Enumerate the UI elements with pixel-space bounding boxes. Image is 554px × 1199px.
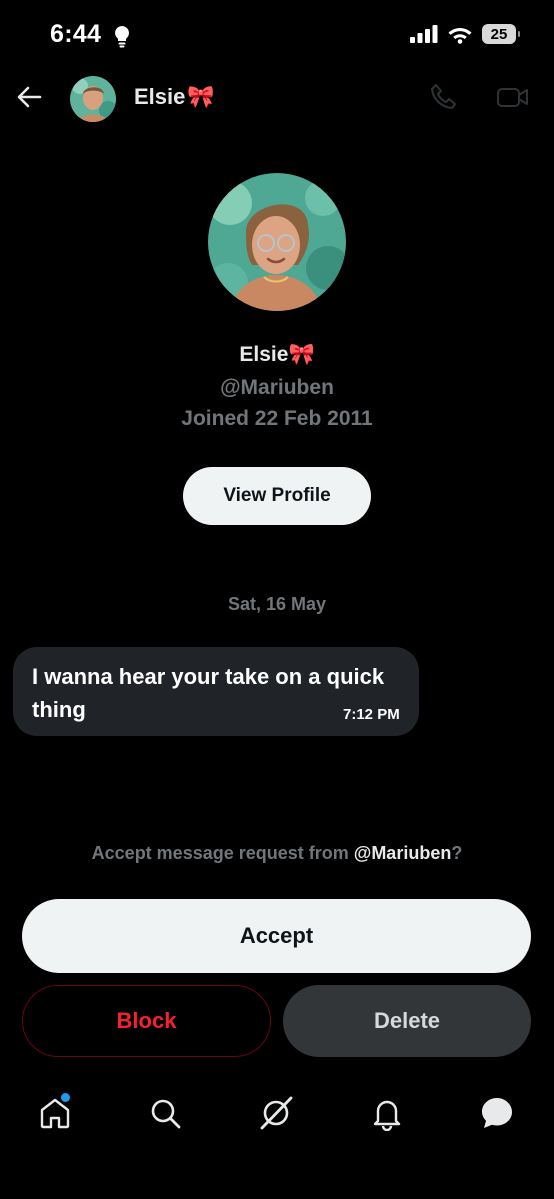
battery-indicator: 25 (482, 24, 520, 44)
header-name-text: Elsie (134, 84, 186, 109)
phone-call-icon[interactable] (428, 82, 458, 112)
request-handle[interactable]: @Mariuben (354, 843, 452, 863)
home-notification-dot (61, 1093, 70, 1102)
message-time: 7:12 PM (343, 706, 400, 723)
notifications-icon[interactable] (369, 1095, 405, 1131)
profile-name-text: Elsie (239, 343, 289, 366)
profile-joined-date: Joined 22 Feb 2011 (181, 407, 373, 430)
lightbulb-icon (115, 26, 129, 48)
video-call-icon[interactable] (496, 82, 530, 112)
bow-emoji: 🎀 (288, 343, 315, 366)
profile-name: Elsie🎀 (0, 343, 554, 367)
signal-icon (410, 25, 438, 43)
wifi-icon (448, 27, 472, 44)
bow-emoji: 🎀 (187, 84, 215, 109)
request-suffix: ? (451, 843, 463, 863)
back-arrow-icon[interactable] (14, 82, 44, 112)
block-button[interactable]: Block (22, 985, 271, 1057)
status-time: 6:44 (50, 20, 102, 48)
profile-handle: @Mariuben (220, 376, 334, 399)
search-icon[interactable] (147, 1095, 183, 1131)
view-profile-button[interactable]: View Profile (183, 467, 371, 525)
status-indicators: 25 (410, 24, 520, 44)
conversation-date: Sat, 16 May (227, 594, 327, 614)
message-request-prompt: Accept message request from @Mariuben? (0, 843, 554, 864)
header-name[interactable]: Elsie 🎀 (134, 84, 215, 110)
request-prefix: Accept message request from (91, 843, 354, 863)
avatar-image (70, 76, 116, 122)
delete-button[interactable]: Delete (283, 985, 531, 1057)
accept-button[interactable]: Accept (22, 899, 531, 973)
grok-icon[interactable] (258, 1095, 294, 1131)
header-avatar[interactable] (70, 76, 116, 122)
messages-icon[interactable] (479, 1095, 515, 1131)
profile-photo (208, 173, 346, 311)
profile-avatar[interactable] (208, 173, 346, 311)
